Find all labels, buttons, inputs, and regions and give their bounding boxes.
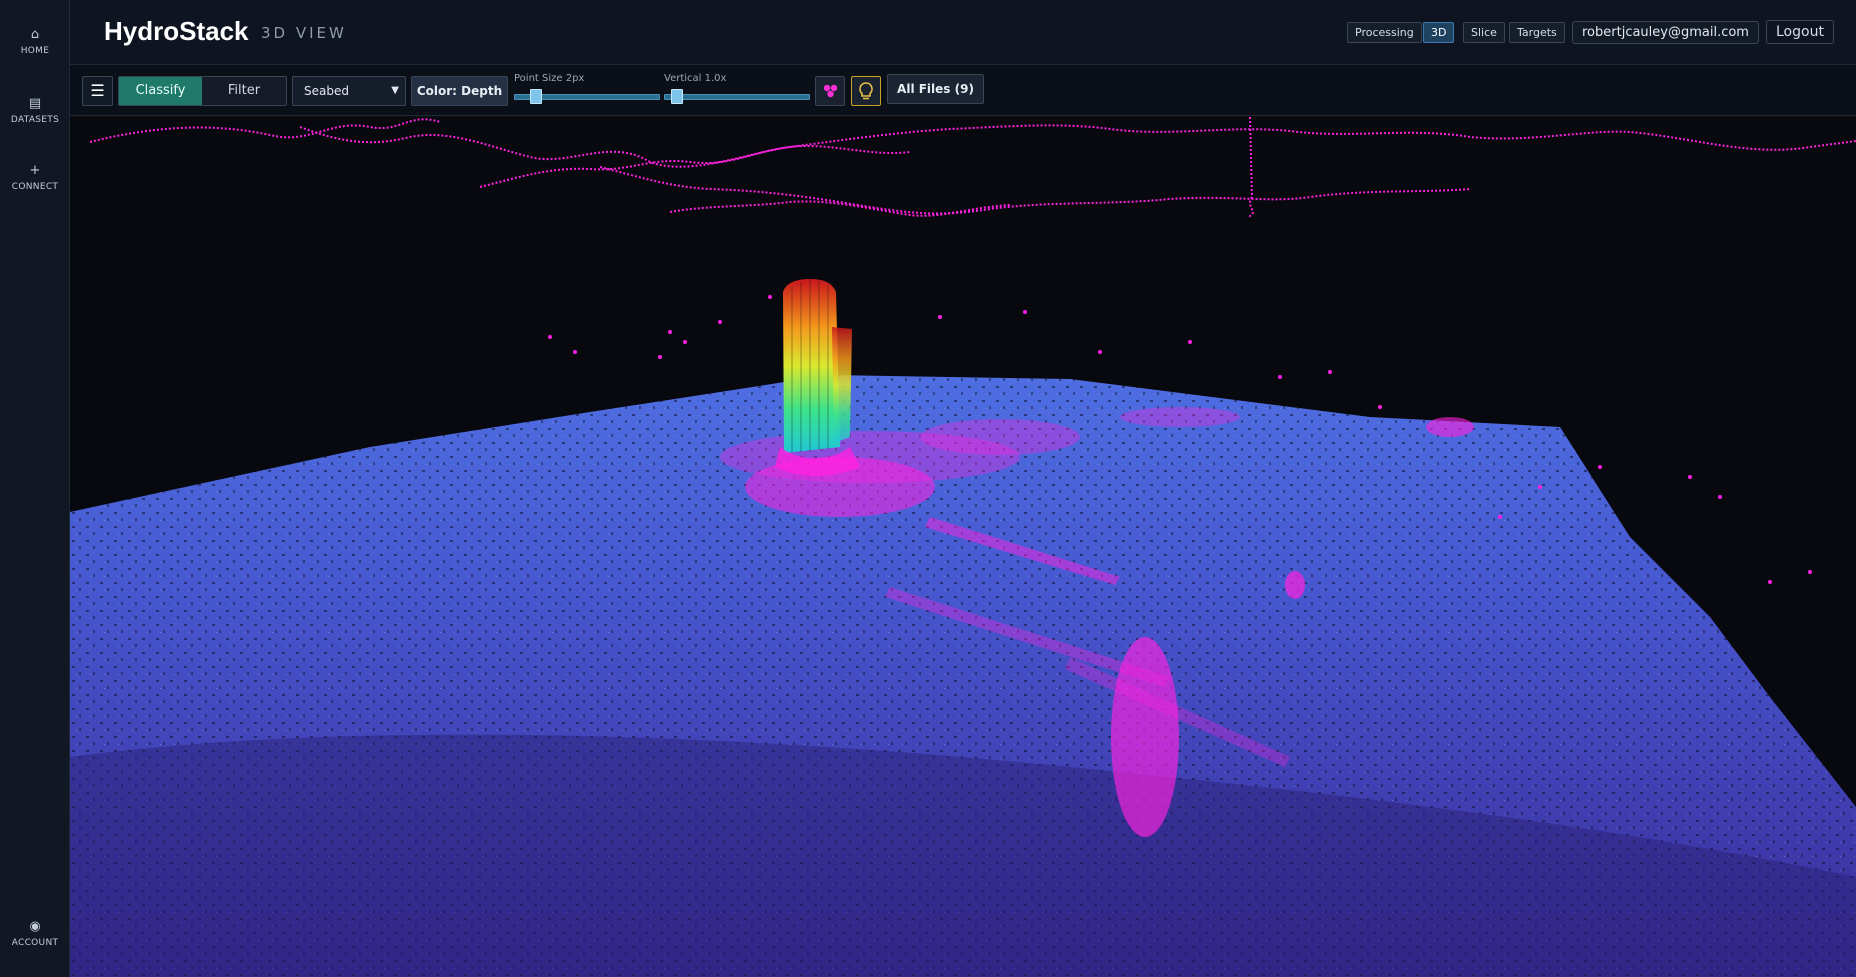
nav-3d-button[interactable]: 3D	[1423, 22, 1455, 43]
point-size-thumb[interactable]	[530, 89, 542, 104]
point-cloud-render	[70, 117, 1856, 977]
classify-button[interactable]: Classify	[119, 77, 202, 105]
top-header: HydroStack 3D VIEW Processing 3D Slice T…	[70, 0, 1856, 65]
vertical-thumb[interactable]	[671, 89, 683, 104]
vertical-label: Vertical 1.0x	[664, 73, 727, 84]
user-email[interactable]: robertjcauley@gmail.com	[1572, 21, 1759, 44]
sidebar-item-label: DATASETS	[10, 115, 60, 125]
vertical-exaggeration-slider[interactable]: Vertical 1.0x	[664, 73, 810, 109]
layer-select[interactable]: Seabed ▼	[292, 76, 406, 106]
nav-targets-button[interactable]: Targets	[1509, 22, 1565, 43]
all-files-button[interactable]: All Files (9)	[887, 74, 984, 104]
datasets-icon: ▤	[28, 96, 42, 111]
app-title: HydroStack	[104, 16, 249, 46]
sidebar-item-label: CONNECT	[11, 182, 59, 192]
sidebar-item-account[interactable]: ◉ ACCOUNT	[0, 919, 70, 949]
layer-select-value: Seabed	[304, 84, 349, 98]
app-root: ⌂ HOME ▤ DATASETS + CONNECT ◉ ACCOUNT Hy…	[0, 0, 1856, 977]
chevron-down-icon: ▼	[391, 85, 399, 96]
cluster-icon	[823, 84, 838, 98]
sidebar-item-label: ACCOUNT	[11, 938, 59, 948]
point-size-label: Point Size 2px	[514, 73, 585, 84]
viewer-toolbar: ☰ Classify Filter Seabed ▼ Color: Depth …	[70, 66, 1856, 116]
lighting-button[interactable]	[851, 76, 881, 106]
sidebar-item-label: HOME	[20, 46, 50, 56]
hamburger-icon: ☰	[90, 81, 105, 100]
view-subtitle: 3D VIEW	[261, 24, 347, 42]
sidebar-item-home[interactable]: ⌂ HOME	[0, 27, 70, 57]
plus-icon: +	[29, 163, 41, 178]
mode-toggle: Classify Filter	[118, 76, 287, 106]
cluster-button[interactable]	[815, 76, 845, 106]
filter-button[interactable]: Filter	[202, 77, 286, 105]
color-mode-button[interactable]: Color: Depth	[411, 76, 508, 106]
nav-slice-button[interactable]: Slice	[1463, 22, 1505, 43]
vertical-track[interactable]	[664, 94, 810, 100]
nav-processing-button[interactable]: Processing	[1347, 22, 1422, 43]
sidebar: ⌂ HOME ▤ DATASETS + CONNECT ◉ ACCOUNT	[0, 0, 70, 977]
home-icon: ⌂	[30, 27, 40, 42]
lightbulb-icon	[859, 82, 873, 100]
sidebar-item-datasets[interactable]: ▤ DATASETS	[0, 96, 70, 126]
3d-viewport[interactable]	[70, 117, 1856, 977]
point-size-slider[interactable]: Point Size 2px	[514, 73, 660, 109]
account-icon: ◉	[29, 919, 41, 934]
survey-tracks	[89, 117, 1856, 218]
logout-button[interactable]: Logout	[1766, 20, 1834, 44]
menu-button[interactable]: ☰	[82, 76, 113, 106]
sidebar-item-connect[interactable]: + CONNECT	[0, 163, 70, 193]
